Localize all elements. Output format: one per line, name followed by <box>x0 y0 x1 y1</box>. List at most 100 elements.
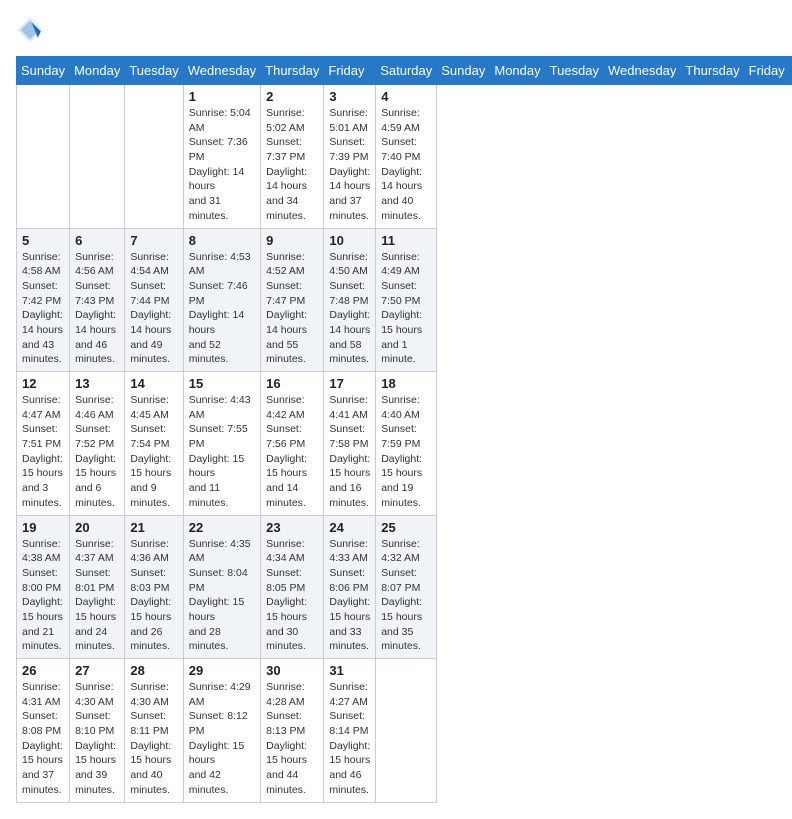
day-number: 28 <box>130 663 177 678</box>
calendar-cell: 9Sunrise: 4:52 AM Sunset: 7:47 PM Daylig… <box>261 228 324 372</box>
day-info: Sunrise: 4:28 AM Sunset: 8:13 PM Dayligh… <box>266 680 318 798</box>
day-info: Sunrise: 4:35 AM Sunset: 8:04 PM Dayligh… <box>189 537 255 655</box>
day-number: 22 <box>189 520 255 535</box>
day-of-week-header: Tuesday <box>125 57 183 85</box>
calendar-cell: 31 Sunrise: 4:27 AM Sunset: 8:14 PM Dayli… <box>324 659 376 803</box>
day-info: Sunrise: 4:56 AM Sunset: 7:43 PM Dayligh… <box>75 250 119 368</box>
calendar-cell: 29 Sunrise: 4:29 AM Sunset: 8:12 PM Dayli… <box>183 659 260 803</box>
day-info: Sunrise: 4:50 AM Sunset: 7:48 PM Dayligh… <box>329 250 370 368</box>
calendar-cell <box>17 85 70 229</box>
day-number: 19 <box>22 520 64 535</box>
day-of-week-header: Monday <box>70 57 125 85</box>
day-number: 4 <box>381 89 431 104</box>
day-number: 18 <box>381 376 431 391</box>
day-info: Sunrise: 4:45 AM Sunset: 7:54 PM Dayligh… <box>130 393 177 511</box>
calendar-cell: 19Sunrise: 4:38 AM Sunset: 8:00 PM Dayli… <box>17 515 70 659</box>
day-info: Sunrise: 4:30 AM Sunset: 8:10 PM Dayligh… <box>75 680 119 798</box>
calendar-table: SundayMondayTuesdayWednesdayThursdayFrid… <box>16 56 792 803</box>
day-number: 23 <box>266 520 318 535</box>
calendar-cell: 22 Sunrise: 4:35 AM Sunset: 8:04 PM Dayli… <box>183 515 260 659</box>
day-number: 30 <box>266 663 318 678</box>
calendar-cell: 25 Sunrise: 4:32 AM Sunset: 8:07 PM Dayli… <box>376 515 437 659</box>
day-of-week-header: Tuesday <box>545 57 603 85</box>
calendar-cell: 24Sunrise: 4:33 AM Sunset: 8:06 PM Dayli… <box>324 515 376 659</box>
calendar-week-row: 12 Sunrise: 4:47 AM Sunset: 7:51 PM Dayli… <box>17 372 792 516</box>
calendar-cell: 1 Sunrise: 5:04 AM Sunset: 7:36 PM Daylig… <box>183 85 260 229</box>
day-number: 10 <box>329 233 370 248</box>
day-info: Sunrise: 4:46 AM Sunset: 7:52 PM Dayligh… <box>75 393 119 511</box>
day-of-week-header: Sunday <box>17 57 70 85</box>
day-info: Sunrise: 4:58 AM Sunset: 7:42 PM Dayligh… <box>22 250 64 368</box>
day-info: Sunrise: 4:33 AM Sunset: 8:06 PM Dayligh… <box>329 537 370 655</box>
day-info: Sunrise: 4:34 AM Sunset: 8:05 PM Dayligh… <box>266 537 318 655</box>
calendar-cell: 13 Sunrise: 4:46 AM Sunset: 7:52 PM Dayli… <box>70 372 125 516</box>
day-info: Sunrise: 5:01 AM Sunset: 7:39 PM Dayligh… <box>329 106 370 224</box>
calendar-cell: 21 Sunrise: 4:36 AM Sunset: 8:03 PM Dayli… <box>125 515 183 659</box>
day-info: Sunrise: 5:04 AM Sunset: 7:36 PM Dayligh… <box>189 106 255 224</box>
calendar-cell: 26 Sunrise: 4:31 AM Sunset: 8:08 PM Dayli… <box>17 659 70 803</box>
calendar-cell: 4Sunrise: 4:59 AM Sunset: 7:40 PM Daylig… <box>376 85 437 229</box>
day-info: Sunrise: 4:32 AM Sunset: 8:07 PM Dayligh… <box>381 537 431 655</box>
day-info: Sunrise: 5:02 AM Sunset: 7:37 PM Dayligh… <box>266 106 318 224</box>
day-number: 1 <box>189 89 255 104</box>
day-number: 25 <box>381 520 431 535</box>
day-number: 21 <box>130 520 177 535</box>
calendar-cell: 28Sunrise: 4:30 AM Sunset: 8:11 PM Dayli… <box>125 659 183 803</box>
day-number: 29 <box>189 663 255 678</box>
day-of-week-header: Thursday <box>681 57 744 85</box>
day-number: 9 <box>266 233 318 248</box>
calendar-cell: 30 Sunrise: 4:28 AM Sunset: 8:13 PM Dayli… <box>261 659 324 803</box>
day-number: 7 <box>130 233 177 248</box>
calendar-cell: 7 Sunrise: 4:54 AM Sunset: 7:44 PM Daylig… <box>125 228 183 372</box>
day-number: 13 <box>75 376 119 391</box>
day-info: Sunrise: 4:47 AM Sunset: 7:51 PM Dayligh… <box>22 393 64 511</box>
day-number: 5 <box>22 233 64 248</box>
day-of-week-header: Friday <box>744 57 789 85</box>
day-number: 20 <box>75 520 119 535</box>
day-info: Sunrise: 4:53 AM Sunset: 7:46 PM Dayligh… <box>189 250 255 368</box>
day-of-week-header: Thursday <box>261 57 324 85</box>
day-info: Sunrise: 4:42 AM Sunset: 7:56 PM Dayligh… <box>266 393 318 511</box>
day-info: Sunrise: 4:27 AM Sunset: 8:14 PM Dayligh… <box>329 680 370 798</box>
day-number: 11 <box>381 233 431 248</box>
calendar-cell: 2Sunrise: 5:02 AM Sunset: 7:37 PM Daylig… <box>261 85 324 229</box>
day-number: 15 <box>189 376 255 391</box>
day-of-week-header: Wednesday <box>604 57 681 85</box>
day-of-week-header: Saturday <box>376 57 437 85</box>
day-of-week-header: Friday <box>324 57 376 85</box>
page-header <box>16 16 776 44</box>
calendar-week-row: 26 Sunrise: 4:31 AM Sunset: 8:08 PM Dayli… <box>17 659 792 803</box>
day-info: Sunrise: 4:31 AM Sunset: 8:08 PM Dayligh… <box>22 680 64 798</box>
day-number: 12 <box>22 376 64 391</box>
day-number: 14 <box>130 376 177 391</box>
calendar-cell: 12 Sunrise: 4:47 AM Sunset: 7:51 PM Dayli… <box>17 372 70 516</box>
calendar-cell: 18 Sunrise: 4:40 AM Sunset: 7:59 PM Dayli… <box>376 372 437 516</box>
calendar-cell: 6 Sunrise: 4:56 AM Sunset: 7:43 PM Daylig… <box>70 228 125 372</box>
day-number: 31 <box>329 663 370 678</box>
calendar-cell: 27Sunrise: 4:30 AM Sunset: 8:10 PM Dayli… <box>70 659 125 803</box>
day-info: Sunrise: 4:43 AM Sunset: 7:55 PM Dayligh… <box>189 393 255 511</box>
calendar-cell <box>125 85 183 229</box>
day-of-week-header: Monday <box>490 57 545 85</box>
day-of-week-header: Sunday <box>437 57 490 85</box>
calendar-header-row: SundayMondayTuesdayWednesdayThursdayFrid… <box>17 57 792 85</box>
calendar-week-row: 5 Sunrise: 4:58 AM Sunset: 7:42 PM Daylig… <box>17 228 792 372</box>
day-info: Sunrise: 4:54 AM Sunset: 7:44 PM Dayligh… <box>130 250 177 368</box>
day-info: Sunrise: 4:29 AM Sunset: 8:12 PM Dayligh… <box>189 680 255 798</box>
day-number: 26 <box>22 663 64 678</box>
day-number: 6 <box>75 233 119 248</box>
logo <box>16 16 48 44</box>
day-info: Sunrise: 4:40 AM Sunset: 7:59 PM Dayligh… <box>381 393 431 511</box>
calendar-cell: 20Sunrise: 4:37 AM Sunset: 8:01 PM Dayli… <box>70 515 125 659</box>
day-info: Sunrise: 4:36 AM Sunset: 8:03 PM Dayligh… <box>130 537 177 655</box>
calendar-week-row: 1 Sunrise: 5:04 AM Sunset: 7:36 PM Daylig… <box>17 85 792 229</box>
calendar-week-row: 19Sunrise: 4:38 AM Sunset: 8:00 PM Dayli… <box>17 515 792 659</box>
calendar-cell: 17 Sunrise: 4:41 AM Sunset: 7:58 PM Dayli… <box>324 372 376 516</box>
day-info: Sunrise: 4:41 AM Sunset: 7:58 PM Dayligh… <box>329 393 370 511</box>
day-number: 3 <box>329 89 370 104</box>
generalblue-logo-icon <box>16 16 44 44</box>
day-of-week-header: Wednesday <box>183 57 260 85</box>
day-number: 17 <box>329 376 370 391</box>
calendar-cell: 3 Sunrise: 5:01 AM Sunset: 7:39 PM Daylig… <box>324 85 376 229</box>
calendar-cell: 14 Sunrise: 4:45 AM Sunset: 7:54 PM Dayli… <box>125 372 183 516</box>
